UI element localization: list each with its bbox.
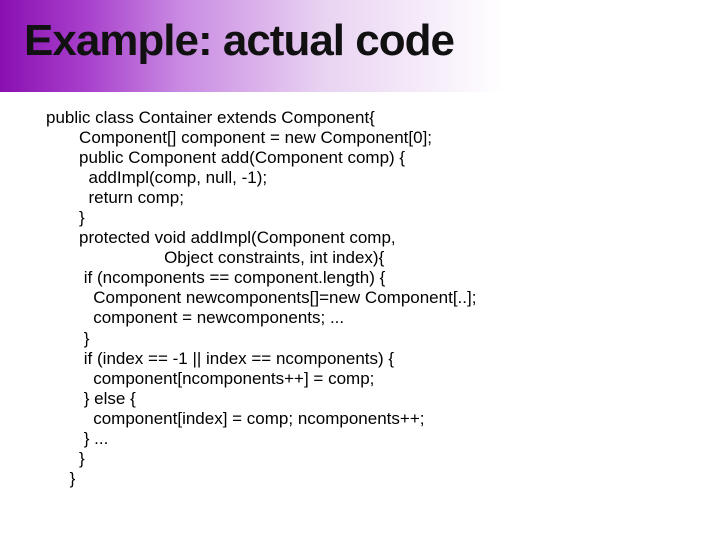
code-block: public class Container extends Component… [46,108,680,489]
slide-title: Example: actual code [24,16,454,66]
